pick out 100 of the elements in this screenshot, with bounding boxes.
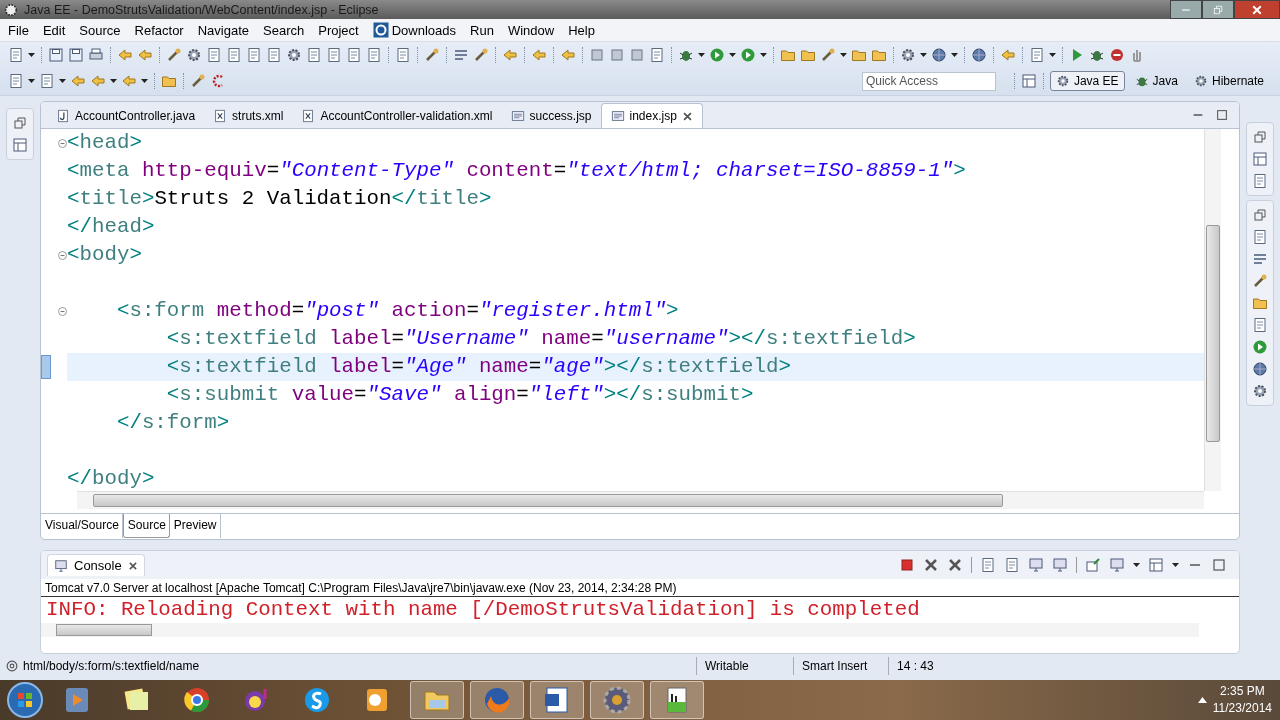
quick-access-field[interactable]: Quick Access xyxy=(861,71,996,91)
document-icon[interactable] xyxy=(649,46,665,63)
monitor-icon[interactable] xyxy=(1109,557,1125,573)
restore-button[interactable] xyxy=(1202,0,1234,19)
monitor-icon[interactable] xyxy=(1028,557,1044,573)
document-icon[interactable] xyxy=(395,46,411,63)
editor-tab[interactable]: index.jsp xyxy=(600,103,703,128)
document-icon[interactable] xyxy=(8,46,24,63)
document-icon[interactable] xyxy=(246,46,262,63)
document-icon[interactable] xyxy=(8,73,24,89)
document-icon[interactable] xyxy=(266,46,282,63)
document-icon[interactable] xyxy=(39,73,55,89)
globe-icon[interactable] xyxy=(971,46,987,63)
caret-icon[interactable] xyxy=(698,52,705,57)
editor-tab[interactable]: AccountController-validation.xml xyxy=(292,104,502,128)
vertical-scrollbar[interactable] xyxy=(1204,129,1221,491)
layout-icon[interactable] xyxy=(12,137,28,153)
menu-item[interactable]: Downloads xyxy=(365,20,463,40)
globe-icon[interactable] xyxy=(931,46,947,63)
console-tab[interactable]: Console xyxy=(47,554,145,576)
monitor-icon[interactable] xyxy=(1052,557,1068,573)
horizontal-scrollbar[interactable] xyxy=(77,491,1204,509)
page-tab[interactable]: Visual/Source xyxy=(41,514,123,538)
restore-icon[interactable] xyxy=(1252,129,1268,145)
tool-icon[interactable] xyxy=(820,46,836,63)
gear-icon[interactable] xyxy=(286,46,302,63)
close-icon[interactable] xyxy=(681,110,693,122)
menu-item[interactable]: File xyxy=(1,20,36,40)
menu-item[interactable]: Run xyxy=(463,20,501,40)
play-icon[interactable] xyxy=(740,46,756,63)
document-icon[interactable] xyxy=(1029,46,1045,63)
arrow-icon[interactable] xyxy=(560,46,576,63)
close-icon[interactable] xyxy=(947,557,963,573)
arrow-icon[interactable] xyxy=(531,46,547,63)
caret-icon[interactable] xyxy=(951,52,958,57)
perspective-button[interactable]: Java EE xyxy=(1049,71,1125,91)
close-button[interactable] xyxy=(1234,0,1280,19)
folder-icon[interactable] xyxy=(161,73,177,89)
minimize-button[interactable] xyxy=(1170,0,1202,19)
menu-item[interactable]: Help xyxy=(561,20,602,40)
caret-icon[interactable] xyxy=(1133,563,1140,567)
menu-item[interactable]: Search xyxy=(256,20,312,40)
arrow-icon[interactable] xyxy=(502,46,518,63)
start-button[interactable] xyxy=(6,681,44,719)
stop-icon[interactable] xyxy=(1109,46,1125,63)
fold-icon[interactable] xyxy=(58,306,67,316)
globe-icon[interactable] xyxy=(1252,361,1268,377)
fold-icon[interactable] xyxy=(58,250,67,260)
document-icon[interactable] xyxy=(346,46,362,63)
gear-icon[interactable] xyxy=(900,46,916,63)
menu-item[interactable]: Project xyxy=(311,20,366,40)
editor-tab[interactable]: success.jsp xyxy=(501,104,601,128)
perspective-button[interactable]: Java xyxy=(1128,71,1184,91)
restore-icon[interactable] xyxy=(12,115,28,131)
close-icon[interactable] xyxy=(127,560,138,571)
layout-icon[interactable] xyxy=(1148,557,1164,573)
menu-item[interactable]: Source xyxy=(72,20,128,40)
caret-icon[interactable] xyxy=(760,52,767,57)
document-icon[interactable] xyxy=(206,46,222,63)
menu-item[interactable]: Window xyxy=(500,20,562,40)
fold-icon[interactable] xyxy=(58,138,67,148)
tool-icon[interactable] xyxy=(1252,273,1268,289)
layout-icon[interactable] xyxy=(1020,73,1037,89)
maximize-icon[interactable] xyxy=(1215,108,1229,122)
caret-icon[interactable] xyxy=(840,52,847,57)
taskbar-button[interactable] xyxy=(470,681,524,719)
menu-item[interactable]: Navigate xyxy=(190,20,256,40)
caret-icon[interactable] xyxy=(920,52,927,57)
document-icon[interactable] xyxy=(1252,173,1268,189)
document-icon[interactable] xyxy=(1252,317,1268,333)
caret-icon[interactable] xyxy=(1172,563,1179,567)
clock[interactable]: 2:35 PM 11/23/2014 xyxy=(1212,683,1280,717)
play-icon[interactable] xyxy=(709,46,725,63)
document-icon[interactable] xyxy=(980,557,996,573)
menu-item[interactable]: Edit xyxy=(35,20,73,40)
caret-icon[interactable] xyxy=(110,79,117,83)
caret-icon[interactable] xyxy=(28,79,35,83)
list-icon[interactable] xyxy=(1252,251,1268,267)
arrow-icon[interactable] xyxy=(117,46,133,63)
horizontal-scrollbar[interactable] xyxy=(41,623,1199,637)
gear-icon[interactable] xyxy=(1252,383,1268,399)
perspective-button[interactable]: Hibernate xyxy=(1187,71,1270,91)
menu-item[interactable]: Refactor xyxy=(127,20,191,40)
caret-icon[interactable] xyxy=(59,79,66,83)
caret-icon[interactable] xyxy=(1049,52,1056,57)
printer-icon[interactable] xyxy=(88,46,104,63)
editor-tab[interactable]: AccountController.java xyxy=(47,104,205,128)
document-icon[interactable] xyxy=(306,46,322,63)
document-icon[interactable] xyxy=(326,46,342,63)
document-icon[interactable] xyxy=(226,46,242,63)
taskbar-button[interactable] xyxy=(650,681,704,719)
close-icon[interactable] xyxy=(923,557,939,573)
tool-icon[interactable] xyxy=(424,46,440,63)
caret-icon[interactable] xyxy=(141,79,148,83)
taskbar-button[interactable] xyxy=(590,681,644,719)
restore-icon[interactable] xyxy=(1252,207,1268,223)
play-icon[interactable] xyxy=(1252,339,1268,355)
taskbar-button[interactable] xyxy=(530,681,584,719)
tool-icon[interactable] xyxy=(166,46,182,63)
editor-tab[interactable]: struts.xml xyxy=(204,104,293,128)
